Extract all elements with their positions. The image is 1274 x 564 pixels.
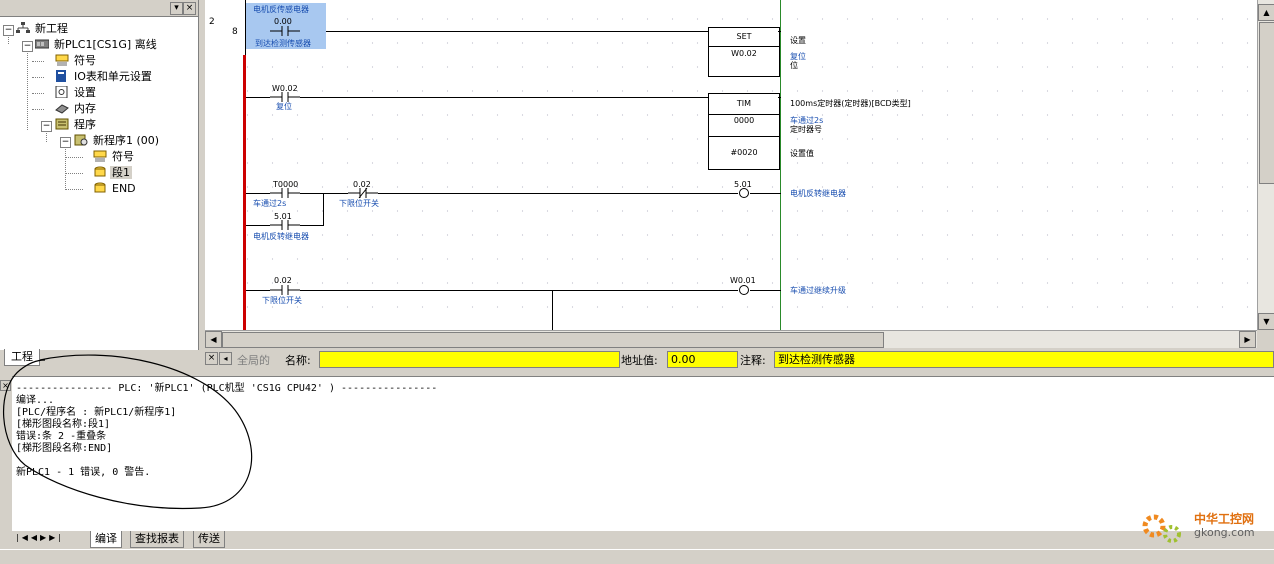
status-bar — [0, 549, 1274, 564]
coil1-comment: 电机反转继电器 — [790, 189, 846, 198]
scroll-down-icon[interactable]: ▼ — [1258, 313, 1274, 330]
tree-collapse-program[interactable]: − — [60, 137, 71, 148]
tree-item-project[interactable]: 新工程 — [16, 21, 70, 37]
memory-icon — [55, 104, 69, 114]
output-tab-bar: |◀◀▶▶| 编译 查找报表 传送 — [12, 531, 1274, 549]
contact4-comment: 下限位开关 — [339, 199, 379, 208]
io-table-icon — [56, 70, 66, 82]
right-power-rail — [780, 0, 781, 330]
contact1-name: 电机反传感电器 — [253, 5, 309, 14]
watermark-title: 中华工控网 — [1194, 512, 1255, 526]
set-operand: W0.02 — [731, 49, 757, 58]
scroll-left-icon[interactable]: ◀ — [205, 331, 222, 348]
contact5-no-contact[interactable] — [270, 219, 300, 231]
contact1-no-contact[interactable] — [270, 25, 300, 37]
symbol-info-bar: × ◂ 全局的 名称: 地址值: 0.00 注释: 到达检测传感器 — [205, 349, 1274, 369]
annotation-circle — [2, 354, 253, 510]
tim-description: 100ms定时器(定时器)[BCD类型] — [790, 99, 911, 108]
tim-instruction-box[interactable]: TIM 0000 #0020 — [708, 93, 780, 170]
tim-number-label: 定时器号 — [790, 125, 822, 134]
tree-panel-header: ▾ × — [0, 0, 198, 17]
project-tree-panel: ▾ × − 新工程 − 新PLC1[CS1G] 离线 符号 IO表和单元设置 设… — [0, 0, 199, 350]
set-comment: 设置 — [790, 36, 806, 45]
name-label: 名称: — [285, 354, 311, 367]
rung-number-column: 2 8 — [205, 0, 243, 330]
tim-mnemonic: TIM — [709, 94, 779, 115]
tree-dropdown-button[interactable]: ▾ — [170, 2, 183, 15]
ladder-vertical-scrollbar[interactable]: ▲ ▼ — [1257, 0, 1274, 330]
watermark-logo: 中华工控网 gkong.com — [1138, 506, 1268, 546]
contact5-comment: 电机反转继电器 — [253, 232, 309, 241]
settings-icon — [55, 86, 68, 98]
step-number: 8 — [232, 27, 238, 37]
tree-collapse-plc[interactable]: − — [22, 41, 33, 52]
tree-item-end[interactable]: END — [93, 181, 138, 197]
tree-item-settings[interactable]: 设置 — [55, 85, 98, 101]
vertical-scroll-thumb[interactable] — [1259, 22, 1274, 184]
tab-nav-arrows-icon[interactable]: |◀◀▶▶| — [16, 533, 64, 542]
coil2-comment: 车通过继续升级 — [790, 286, 846, 295]
set-mnemonic: SET — [709, 28, 779, 47]
tree-item-programs[interactable]: 程序 — [55, 117, 98, 133]
programs-icon — [55, 118, 69, 130]
scroll-up-icon[interactable]: ▲ — [1258, 4, 1274, 21]
comment-label: 注释: — [740, 354, 766, 367]
tab-find-report[interactable]: 查找报表 — [130, 531, 184, 548]
tree-item-symbols[interactable]: 符号 — [55, 53, 98, 69]
name-field[interactable] — [319, 351, 620, 368]
horizontal-scroll-thumb[interactable] — [222, 332, 884, 348]
tab-compile[interactable]: 编译 — [90, 531, 122, 548]
tree-item-memory[interactable]: 内存 — [55, 101, 98, 117]
scroll-right-icon[interactable]: ▶ — [1239, 331, 1256, 348]
project-icon — [16, 22, 30, 33]
tree-item-plc[interactable]: 新PLC1[CS1G] 离线 — [35, 37, 159, 53]
tree-item-section1[interactable]: 段1 — [93, 165, 132, 181]
coil2-output[interactable] — [738, 284, 750, 296]
address-label: 地址值: — [621, 354, 658, 367]
comment-field[interactable]: 到达检测传感器 — [774, 351, 1274, 368]
tim-number: 0000 — [709, 116, 779, 137]
tree-close-button[interactable]: × — [183, 2, 196, 15]
symbols-icon — [93, 150, 107, 162]
ladder-horizontal-scrollbar[interactable]: ◀ ▶ — [205, 330, 1257, 348]
set-instruction-box[interactable]: SET W0.02 — [708, 27, 780, 77]
tab-transfer[interactable]: 传送 — [193, 531, 225, 548]
tree-item-io-table[interactable]: IO表和单元设置 — [55, 69, 154, 85]
tim-setvalue: #0020 — [730, 148, 758, 157]
tim-setvalue-label: 设置值 — [790, 149, 814, 158]
tree-item-program[interactable]: 新程序1 (00) — [74, 133, 161, 149]
address-field[interactable]: 0.00 — [667, 351, 738, 368]
section-icon — [94, 182, 106, 193]
tree-collapse-programs[interactable]: − — [41, 121, 52, 132]
contact6-comment: 下限位开关 — [262, 296, 302, 305]
tree-item-program-symbols[interactable]: 符号 — [93, 149, 136, 165]
gear-icon — [1142, 514, 1181, 543]
contact3-comment: 车通过2s — [253, 199, 287, 208]
section-icon — [94, 166, 106, 177]
rung-number: 2 — [209, 17, 215, 27]
contact2-comment: 复位 — [276, 102, 292, 111]
watermark-url: gkong.com — [1194, 526, 1255, 539]
plc-icon — [35, 39, 49, 49]
set-extra-comment2: 位 — [790, 61, 798, 70]
program-icon — [74, 134, 88, 146]
symbols-icon — [55, 54, 69, 66]
tree-collapse-project[interactable]: − — [3, 25, 14, 36]
coil1-output[interactable] — [738, 187, 750, 199]
contact1-comment: 到达检测传感器 — [255, 39, 311, 48]
